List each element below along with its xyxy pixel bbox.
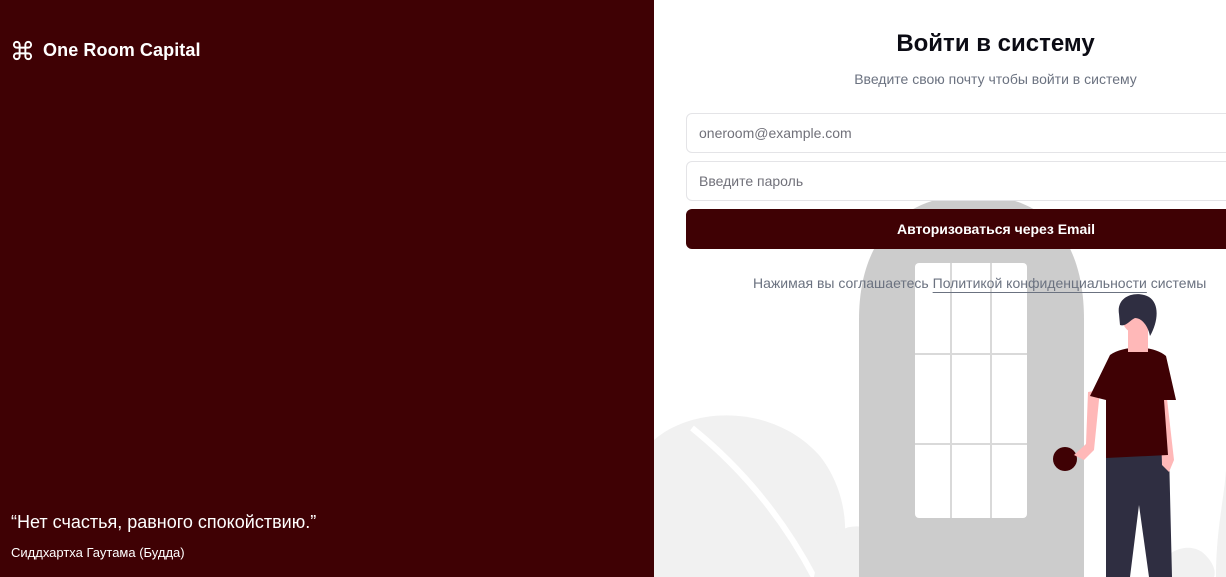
quote-author: Сиддхартха Гаутама (Будда) — [11, 545, 185, 560]
quote-text: “Нет счастья, равного спокойствию.” — [11, 512, 317, 532]
door-knob — [1053, 447, 1077, 471]
page-subtitle: Введите свою почту чтобы войти в систему — [854, 71, 1137, 87]
email-login-button-label: Авторизоваться через Email — [897, 221, 1096, 237]
privacy-policy-link[interactable]: Политикой конфиденциальности — [933, 275, 1147, 291]
email-login-button[interactable]: Авторизоваться через Email — [686, 209, 1226, 249]
terms-text: Нажимая вы соглашаетесь Политикой конфид… — [753, 275, 1206, 291]
person-legs — [1106, 452, 1172, 577]
terms-suffix: системы — [1146, 275, 1207, 291]
leaf-right-2 — [1216, 470, 1226, 577]
password-field[interactable] — [686, 161, 1226, 201]
terms-prefix: Нажимая вы соглашаетесь — [753, 275, 933, 291]
brand[interactable]: One Room Capital — [11, 39, 201, 62]
login-panel: Войти в систему Введите свою почту чтобы… — [654, 0, 1226, 577]
person-shirt — [1090, 347, 1176, 458]
command-icon — [12, 40, 33, 61]
email-field[interactable] — [686, 113, 1226, 153]
window — [915, 263, 1027, 518]
brand-panel: One Room Capital “Нет счастья, равного с… — [0, 0, 654, 577]
leaf-left — [654, 415, 846, 577]
page-title: Войти в систему — [896, 30, 1095, 57]
brand-name: One Room Capital — [43, 40, 201, 60]
